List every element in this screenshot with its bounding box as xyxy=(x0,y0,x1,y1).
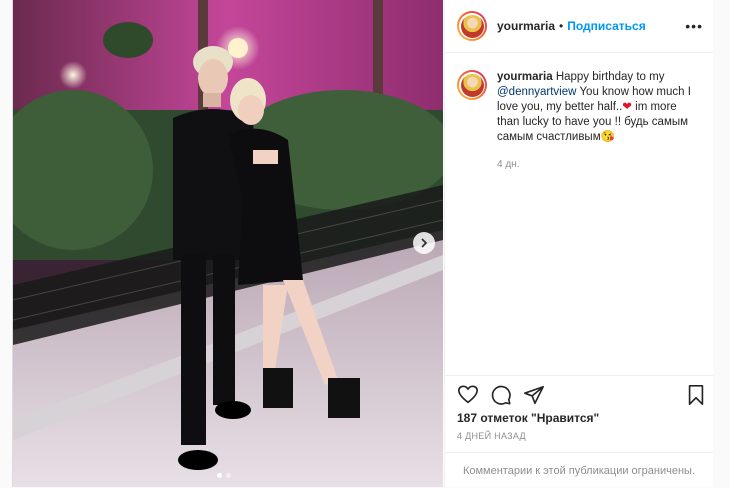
action-bar xyxy=(445,375,713,412)
likes-count[interactable]: 187 отметок "Нравится" xyxy=(457,411,599,425)
kiss-emoji: 😘 xyxy=(600,131,615,143)
caption-time[interactable]: 4 дн. xyxy=(497,157,702,172)
carousel-next-button[interactable] xyxy=(413,232,435,254)
carousel-dot xyxy=(226,473,231,478)
comments-disabled-notice: Комментарии к этой публикации ограничены… xyxy=(445,452,713,488)
caption: yourmaria Happy birthday to my @dennyart… xyxy=(457,70,707,172)
caption-text: yourmaria Happy birthday to my @dennyart… xyxy=(497,70,702,172)
post-date[interactable]: 4 ДНЕЙ НАЗАД xyxy=(457,431,526,441)
heart-emoji: ❤ xyxy=(622,101,632,113)
bookmark-icon[interactable] xyxy=(685,384,707,406)
more-options-icon[interactable]: ••• xyxy=(685,18,703,34)
share-icon[interactable] xyxy=(523,384,545,406)
post-header: yourmaria • Подписаться ••• xyxy=(445,0,713,53)
photo-illustration xyxy=(13,0,443,487)
chevron-right-icon xyxy=(421,238,428,248)
post-card: yourmaria • Подписаться ••• yourmaria Ha… xyxy=(12,0,713,487)
carousel-dot xyxy=(217,473,222,478)
avatar[interactable] xyxy=(457,11,487,41)
comment-icon[interactable] xyxy=(490,384,512,406)
separator: • xyxy=(559,19,564,33)
header-username[interactable]: yourmaria xyxy=(497,19,555,33)
follow-button[interactable]: Подписаться xyxy=(567,19,645,33)
post-sidebar: yourmaria • Подписаться ••• yourmaria Ha… xyxy=(444,0,713,487)
mention-link[interactable]: @dennyartview xyxy=(497,86,576,98)
heart-icon[interactable] xyxy=(457,384,479,406)
caption-intro: Happy birthday to my xyxy=(555,71,665,83)
post-photo[interactable] xyxy=(13,0,443,487)
caption-username[interactable]: yourmaria xyxy=(497,71,553,83)
carousel-indicator xyxy=(217,473,231,478)
caption-avatar[interactable] xyxy=(457,70,487,100)
